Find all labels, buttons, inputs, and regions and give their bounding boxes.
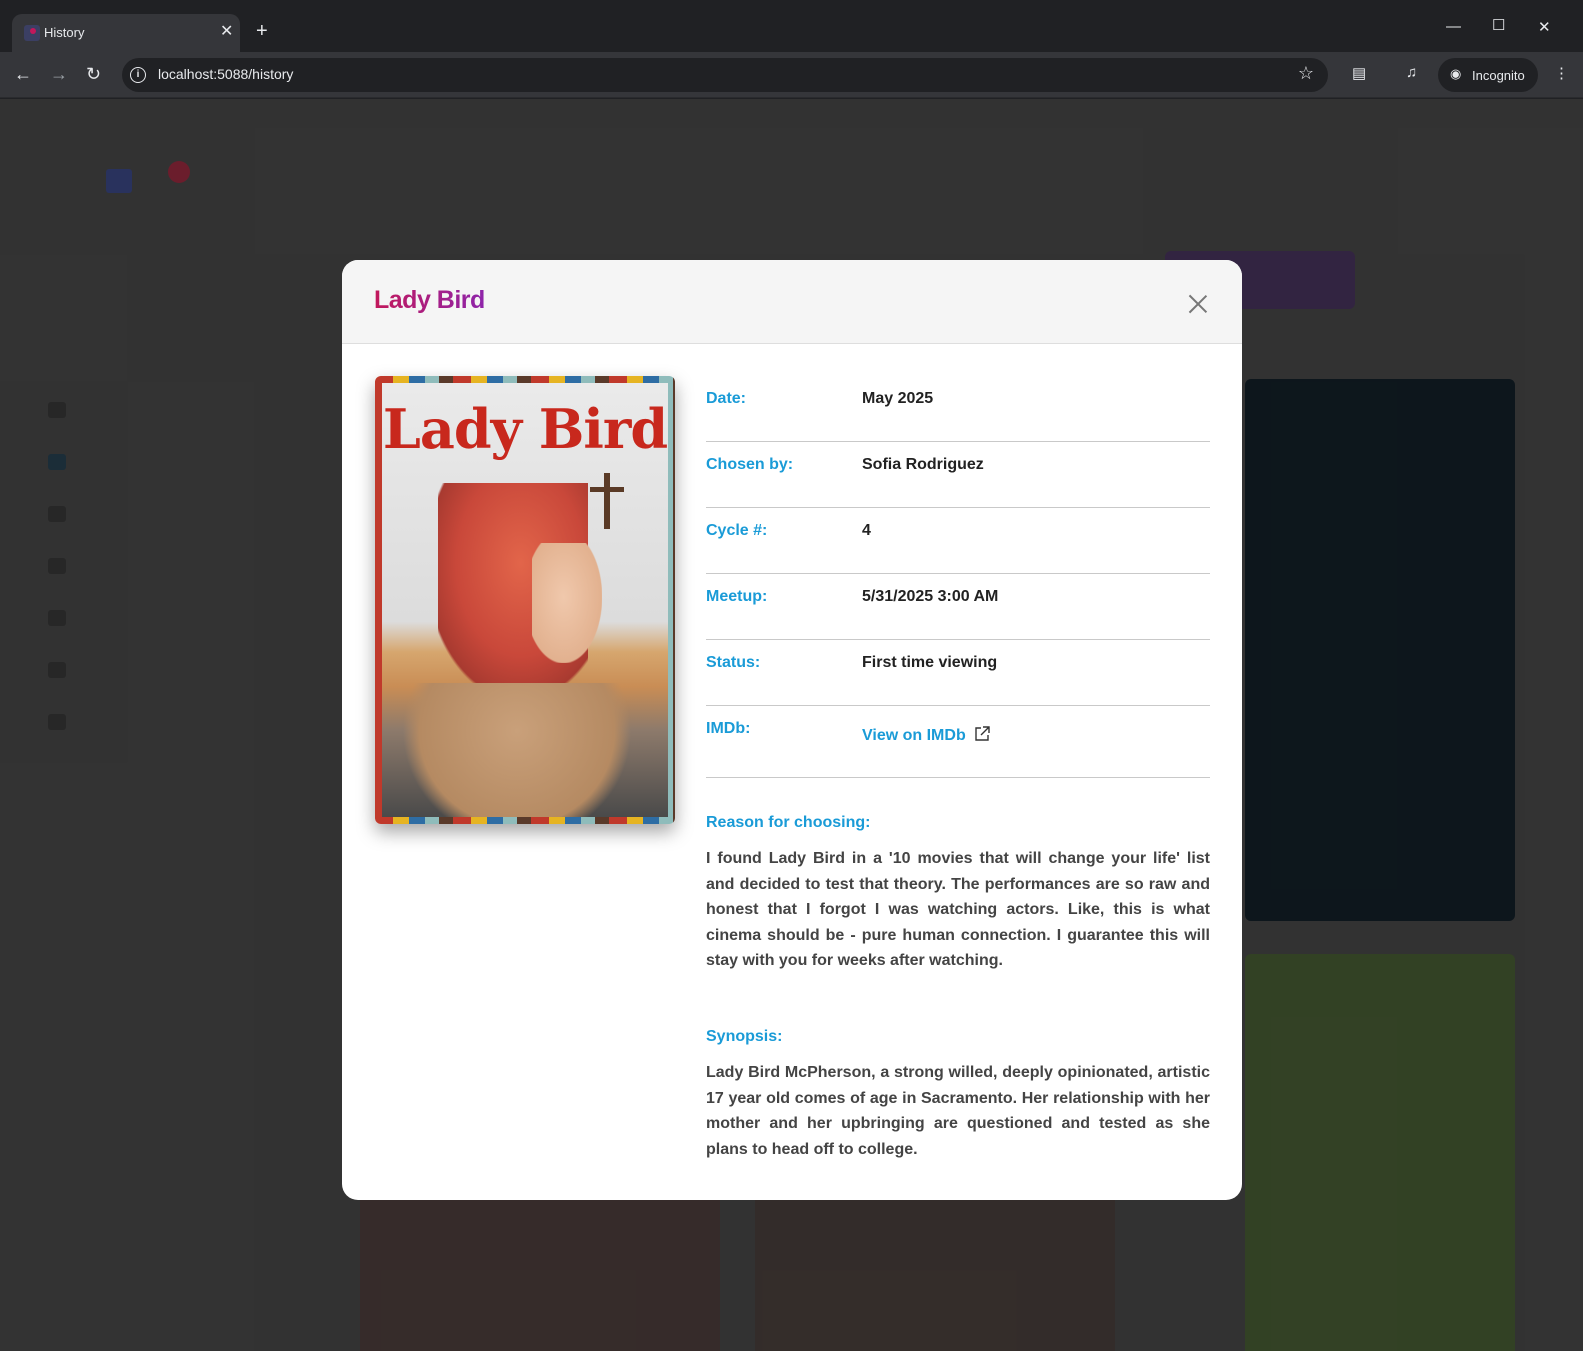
close-window-icon[interactable]: ✕ (1538, 18, 1551, 36)
movie-detail-modal: Lady Bird Lady Bird Date: May 2025 Chose… (342, 260, 1242, 1200)
reason-label: Reason for choosing: (706, 814, 871, 831)
detail-value: 4 (862, 522, 871, 539)
detail-value: Sofia Rodriguez (862, 456, 984, 473)
detail-label: IMDb: (706, 720, 751, 737)
detail-label: Cycle #: (706, 522, 768, 539)
poster-figure-face (532, 543, 602, 663)
close-icon[interactable] (1188, 294, 1208, 314)
movie-details: Date: May 2025 Chosen by: Sofia Rodrigue… (706, 376, 1210, 1162)
poster-title-text: Lady Bird (382, 397, 668, 461)
reason-text: I found Lady Bird in a '10 movies that w… (706, 850, 1210, 970)
detail-label: Date: (706, 390, 747, 407)
detail-value: First time viewing (862, 654, 998, 671)
modal-header: Lady Bird (342, 260, 1242, 344)
new-tab-button[interactable]: + (256, 20, 268, 42)
browser-tab-bar: History ✕ + — ☐ ✕ (0, 0, 1583, 52)
menu-icon[interactable]: ⋮ (1554, 64, 1569, 82)
modal-title: Lady Bird (374, 286, 485, 314)
detail-value: May 2025 (862, 390, 934, 407)
forward-icon[interactable]: → (50, 64, 68, 84)
detail-row-date: Date: May 2025 (706, 376, 1210, 442)
browser-toolbar: ← → ↻ i localhost:5088/history ☆ ▤ ♫ ◉ I… (0, 52, 1583, 98)
crucifix-icon (604, 473, 610, 529)
info-icon[interactable]: i (130, 67, 146, 83)
detail-row-meetup: Meetup: 5/31/2025 3:00 AM (706, 574, 1210, 640)
poster-image: Lady Bird (382, 383, 668, 817)
url-text[interactable]: localhost:5088/history (158, 66, 293, 82)
tab-close-icon[interactable]: ✕ (220, 22, 233, 42)
synopsis-text: Lady Bird McPherson, a strong willed, de… (706, 1063, 1210, 1158)
synopsis-label: Synopsis: (706, 1027, 783, 1045)
imdb-link-text[interactable]: View on IMDb (862, 727, 966, 744)
browser-tab[interactable]: History ✕ (12, 14, 240, 52)
favicon-icon (24, 25, 40, 41)
maximize-icon[interactable]: ☐ (1492, 16, 1505, 34)
address-bar[interactable]: i localhost:5088/history ☆ (122, 58, 1328, 92)
crucifix-bar (590, 487, 624, 492)
detail-label: Chosen by: (706, 456, 794, 473)
detail-value: 5/31/2025 3:00 AM (862, 588, 999, 605)
minimize-icon[interactable]: — (1446, 18, 1461, 35)
external-link-icon (975, 726, 990, 741)
imdb-link[interactable]: View on IMDb (862, 726, 990, 745)
incognito-label: Incognito (1472, 68, 1525, 83)
detail-label: Status: (706, 654, 761, 671)
poster-figure-body (402, 683, 632, 817)
incognito-icon: ◉ (1450, 66, 1462, 81)
incognito-badge[interactable]: ◉ Incognito (1438, 58, 1538, 92)
search-tabs-icon[interactable]: ▤ (1352, 64, 1366, 82)
detail-row-imdb: IMDb: View on IMDb (706, 706, 1210, 778)
star-icon[interactable]: ☆ (1298, 63, 1314, 84)
detail-row-chosen-by: Chosen by: Sofia Rodriguez (706, 442, 1210, 508)
detail-row-cycle: Cycle #: 4 (706, 508, 1210, 574)
tab-title: History (44, 25, 85, 40)
detail-row-status: Status: First time viewing (706, 640, 1210, 706)
movie-poster: Lady Bird (375, 376, 675, 824)
reload-icon[interactable]: ↻ (86, 64, 101, 84)
detail-label: Meetup: (706, 588, 768, 605)
back-icon[interactable]: ← (14, 64, 32, 84)
media-icon[interactable]: ♫ (1406, 64, 1417, 81)
